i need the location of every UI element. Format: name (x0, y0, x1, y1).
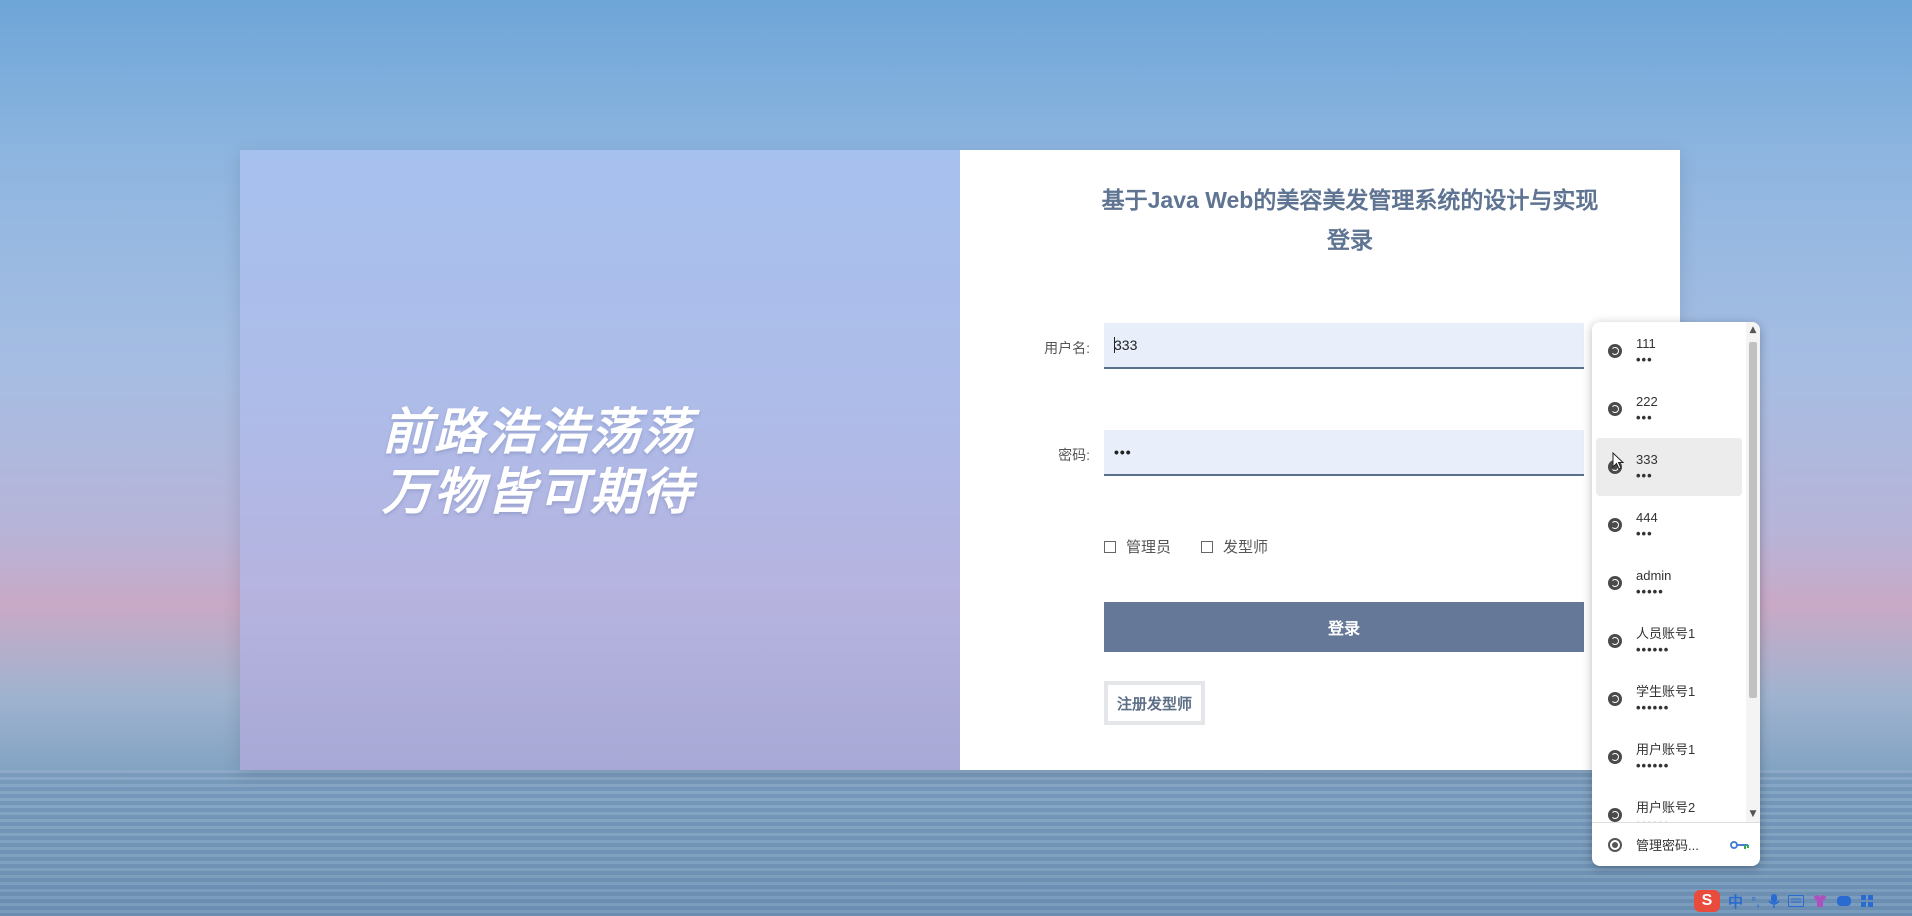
mouse-cursor-icon (1612, 452, 1624, 470)
microphone-icon[interactable] (1768, 893, 1780, 909)
credential-text: 学生账号1 •••••• (1636, 683, 1695, 715)
credential-username: 用户账号2 (1636, 800, 1696, 815)
role-selector: 管理员 发型师 (1104, 536, 1298, 557)
game-icon[interactable] (1836, 895, 1852, 907)
manage-passwords-label: 管理密码... (1636, 838, 1699, 853)
username-label: 用户名: (1044, 340, 1090, 356)
credential-username: 222 (1636, 394, 1658, 409)
globe-icon (1608, 344, 1622, 358)
credential-item[interactable]: admin ••••• (1596, 554, 1742, 612)
globe-icon (1608, 750, 1622, 764)
role-option-admin[interactable]: 管理员 (1104, 536, 1171, 557)
slogan-line-1: 前路浩浩荡荡 (382, 403, 694, 461)
credential-text: 用户账号1 •••••• (1636, 741, 1695, 773)
ime-mode-indicator[interactable]: 中 (1728, 891, 1743, 912)
dropdown-scrollbar[interactable]: ▲ ▼ (1746, 322, 1760, 822)
chrome-icon (1608, 837, 1622, 852)
globe-icon (1608, 634, 1622, 648)
credential-item[interactable]: 111 ••• (1596, 322, 1742, 380)
login-card: 前路浩浩荡荡 万物皆可期待 基于Java Web的美容美发管理系统的设计与实现登… (240, 150, 1680, 770)
sogou-ime-logo[interactable]: S (1694, 890, 1720, 912)
credential-text: 444 ••• (1636, 509, 1658, 541)
credential-item[interactable]: 444 ••• (1596, 496, 1742, 554)
register-stylist-button[interactable]: 注册发型师 (1104, 681, 1206, 725)
globe-icon (1608, 518, 1622, 532)
ime-punctuation-indicator[interactable]: °, (1751, 894, 1760, 909)
globe-icon (1608, 402, 1622, 416)
password-input[interactable]: ••• (1104, 430, 1584, 476)
credential-item[interactable]: 222 ••• (1596, 380, 1742, 438)
stylist-checkbox[interactable] (1201, 540, 1214, 553)
keyboard-icon[interactable] (1787, 895, 1804, 907)
saved-credentials-list: 111 ••• 222 ••• 333 ••• 444 ••• admin ••… (1592, 322, 1746, 822)
scroll-down-arrow-icon[interactable]: ▼ (1748, 808, 1758, 820)
credential-username: 用户账号1 (1636, 742, 1696, 757)
credential-text: admin ••••• (1636, 567, 1671, 599)
key-icon (1730, 841, 1749, 849)
credential-username: 人员账号1 (1636, 626, 1696, 641)
credential-text: 用户账号2 •••••• (1636, 799, 1695, 822)
credential-item[interactable]: 用户账号2 •••••• (1596, 786, 1742, 822)
ime-toolbar: S 中 °, (1694, 888, 1874, 914)
credential-item[interactable]: 用户账号1 •••••• (1596, 728, 1742, 786)
toolbox-icon[interactable] (1860, 894, 1874, 908)
manage-passwords-row[interactable]: 管理密码... (1592, 822, 1760, 866)
slogan: 前路浩浩荡荡 万物皆可期待 (382, 402, 694, 522)
credential-username: admin (1636, 568, 1672, 583)
slogan-line-2: 万物皆可期待 (382, 463, 694, 521)
credential-password: •••••• (1636, 642, 1670, 657)
admin-checkbox[interactable] (1104, 540, 1116, 553)
credential-username: 学生账号1 (1636, 684, 1696, 699)
credential-username: 444 (1636, 510, 1658, 525)
globe-icon (1608, 692, 1622, 706)
credential-item[interactable]: 学生账号1 •••••• (1596, 670, 1742, 728)
credential-password: ••••• (1636, 584, 1664, 599)
credential-text: 333 ••• (1636, 451, 1658, 483)
credential-text: 人员账号1 •••••• (1636, 625, 1695, 657)
login-button[interactable]: 登录 (1104, 602, 1584, 652)
scroll-up-arrow-icon[interactable]: ▲ (1748, 324, 1758, 336)
credential-password: ••• (1636, 526, 1653, 541)
skin-icon[interactable] (1812, 894, 1828, 908)
globe-icon (1608, 576, 1622, 590)
admin-label: 管理员 (1126, 539, 1172, 556)
credential-username: 333 (1636, 452, 1658, 467)
username-input[interactable]: 333 (1104, 323, 1584, 369)
credential-item[interactable]: 人员账号1 •••••• (1596, 612, 1742, 670)
username-value: 333 (1114, 337, 1138, 353)
role-option-stylist[interactable]: 发型师 (1201, 536, 1268, 557)
credential-text: 222 ••• (1636, 393, 1658, 425)
scrollbar-thumb[interactable] (1749, 342, 1757, 698)
credential-password: ••• (1636, 352, 1653, 367)
credential-text: 111 ••• (1636, 335, 1656, 367)
credential-password: ••• (1636, 468, 1653, 483)
credential-password: ••• (1636, 410, 1653, 425)
slogan-panel: 前路浩浩荡荡 万物皆可期待 (240, 150, 960, 770)
credential-password: •••••• (1636, 700, 1670, 715)
stylist-label: 发型师 (1223, 539, 1269, 556)
login-form-panel: 基于Java Web的美容美发管理系统的设计与实现登录 用户名: 333 密码:… (960, 150, 1680, 770)
page-title: 基于Java Web的美容美发管理系统的设计与实现登录 (1101, 187, 1599, 253)
password-value: ••• (1114, 444, 1132, 460)
password-label: 密码: (1058, 447, 1090, 463)
credential-password: •••••• (1636, 758, 1670, 773)
password-autofill-dropdown: 111 ••• 222 ••• 333 ••• 444 ••• admin ••… (1592, 322, 1760, 866)
credential-username: 111 (1636, 336, 1656, 351)
globe-icon (1608, 808, 1622, 822)
